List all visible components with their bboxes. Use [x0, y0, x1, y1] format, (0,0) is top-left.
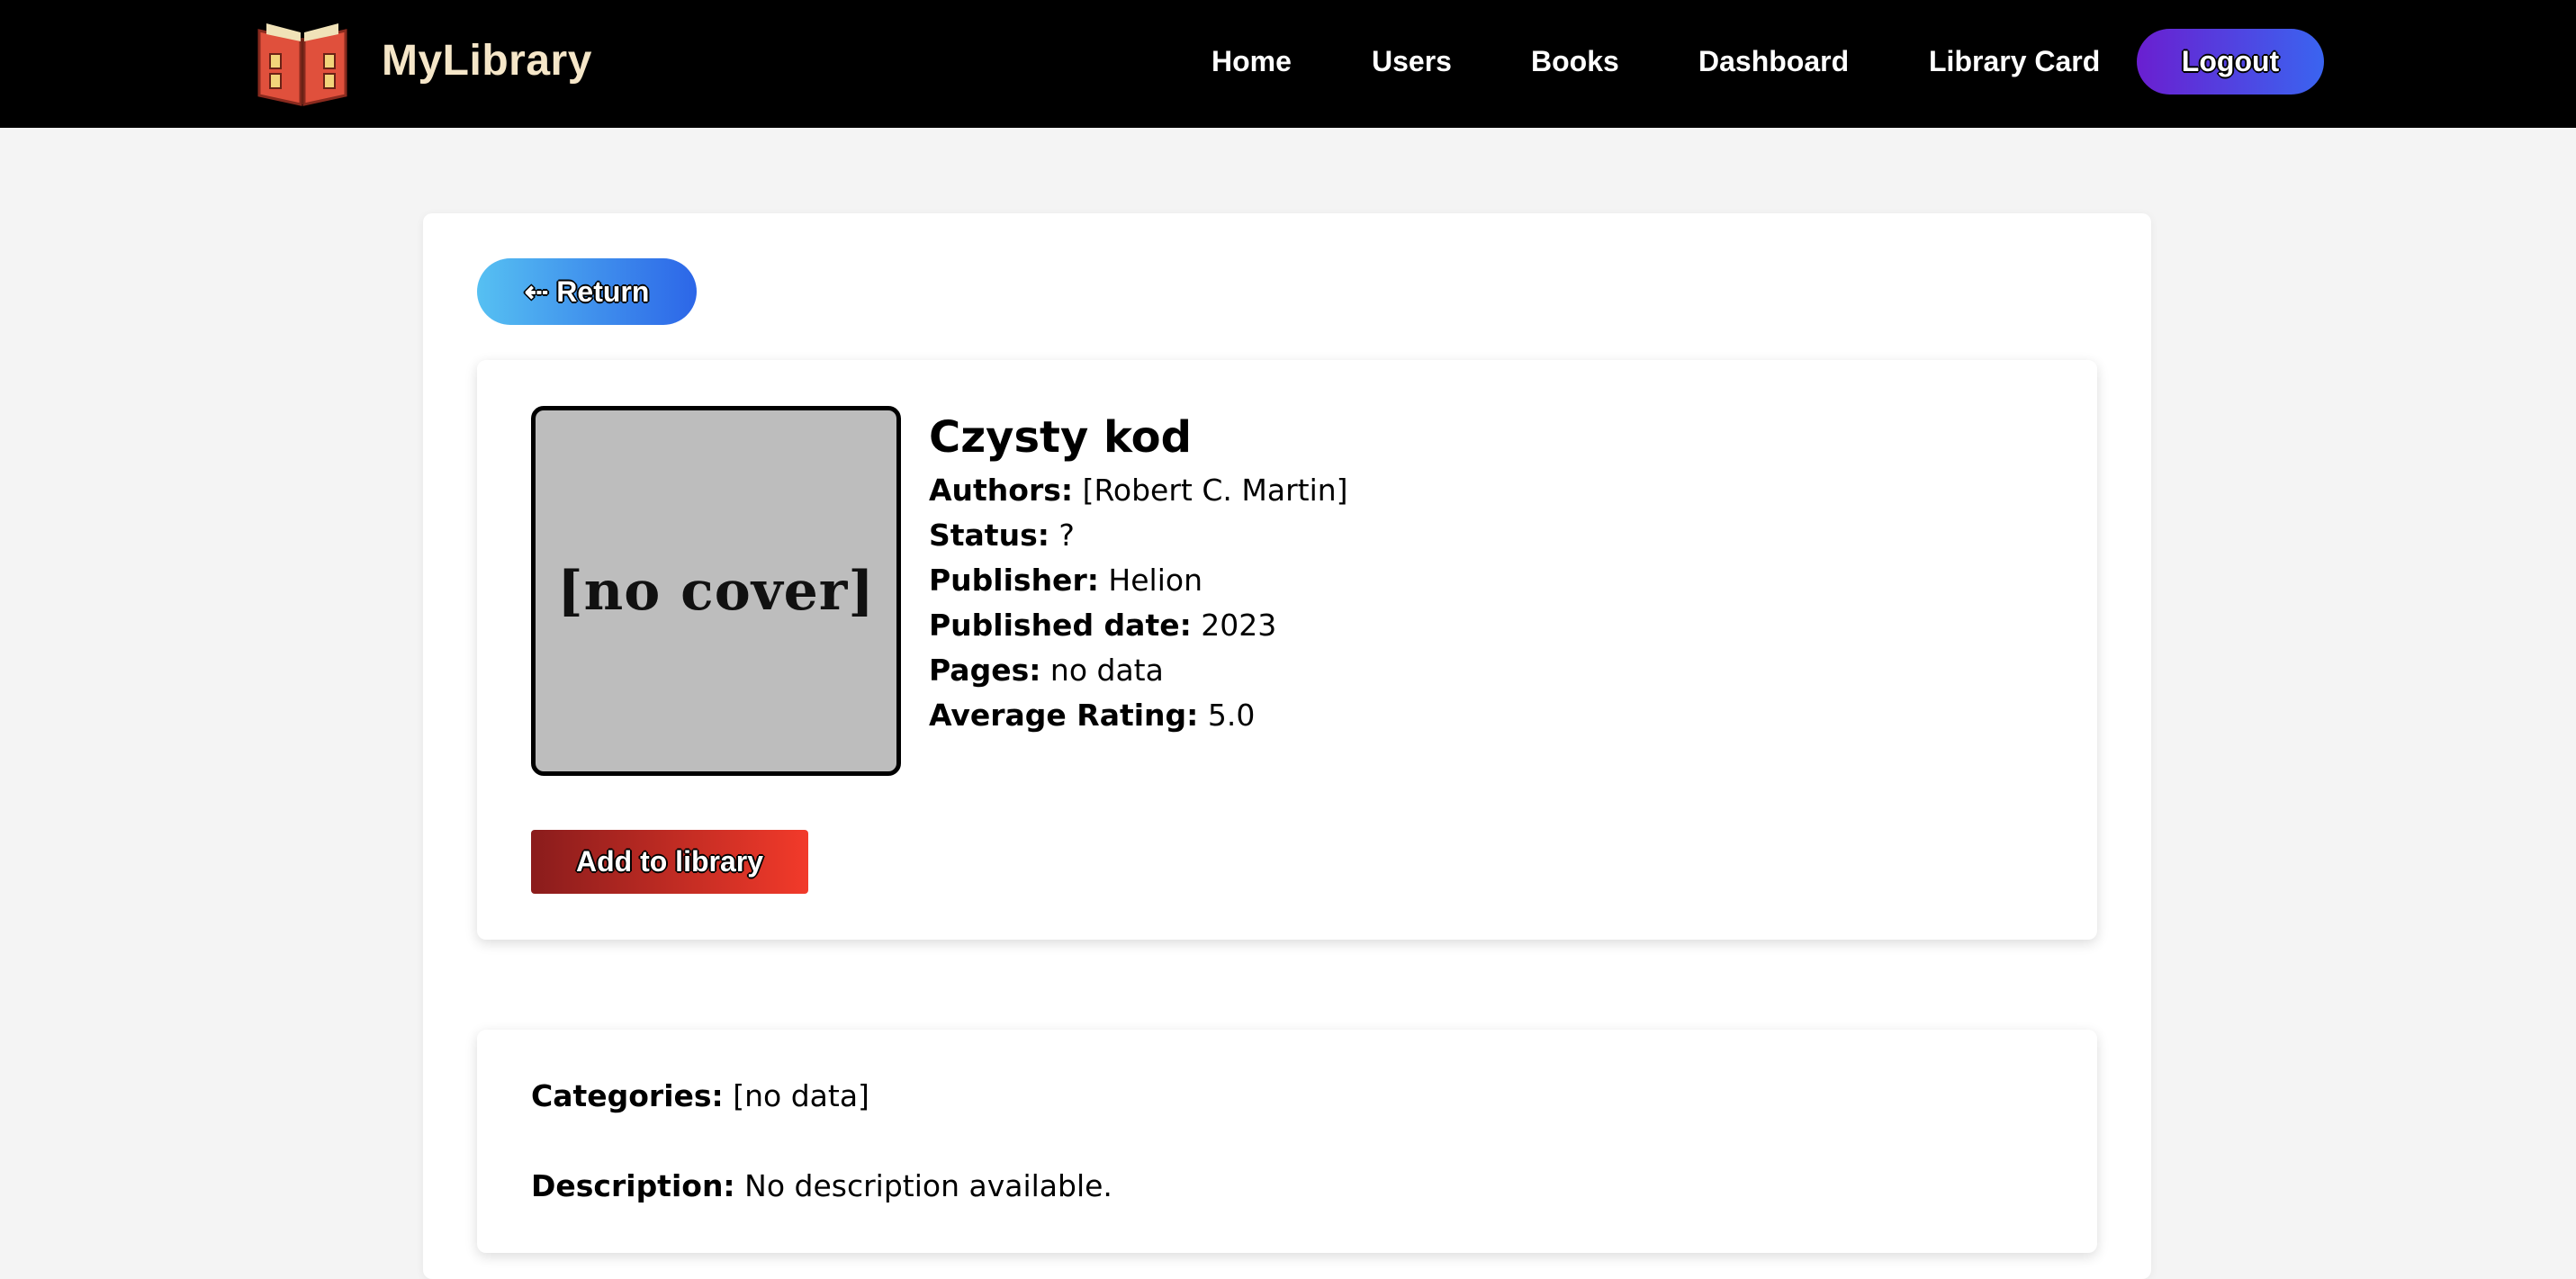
nav-link-library-card[interactable]: Library Card: [1929, 40, 2100, 83]
brand-title[interactable]: MyLibrary: [382, 32, 592, 90]
book-title: Czysty kod: [929, 412, 1192, 463]
publisher-label: Publisher:: [929, 563, 1099, 598]
categories-label: Categories:: [531, 1078, 724, 1113]
description-label: Description:: [531, 1168, 735, 1203]
navbar: MyLibrary Home Users Books Dashboard Lib…: [0, 0, 2576, 128]
details-card: [477, 1030, 2097, 1253]
description-row: Description: No description available.: [531, 1164, 1112, 1209]
logout-button[interactable]: Logout: [2137, 29, 2324, 95]
description-value: No description available.: [744, 1168, 1112, 1203]
status-value: ?: [1058, 518, 1075, 553]
categories-value: [no data]: [733, 1078, 869, 1113]
published-date-row: Published date: 2023: [929, 603, 1276, 648]
authors-label: Authors:: [929, 473, 1074, 508]
publisher-value: Helion: [1108, 563, 1202, 598]
pages-label: Pages:: [929, 653, 1041, 688]
open-book-icon[interactable]: [254, 18, 351, 106]
nav-link-books[interactable]: Books: [1531, 40, 1619, 83]
book-cover-placeholder: [no cover]: [531, 406, 901, 776]
average-rating-row: Average Rating: 5.0: [929, 693, 1255, 738]
nav-link-users[interactable]: Users: [1372, 40, 1452, 83]
authors-row: Authors: [Robert C. Martin]: [929, 468, 1348, 513]
publisher-row: Publisher: Helion: [929, 558, 1202, 603]
average-rating-label: Average Rating:: [929, 698, 1199, 733]
pages-row: Pages: no data: [929, 648, 1164, 693]
nav-link-home[interactable]: Home: [1211, 40, 1292, 83]
status-label: Status:: [929, 518, 1049, 553]
categories-row: Categories: [no data]: [531, 1074, 869, 1119]
published-date-value: 2023: [1201, 608, 1277, 643]
average-rating-value: 5.0: [1207, 698, 1256, 733]
authors-value: [Robert C. Martin]: [1082, 473, 1348, 508]
published-date-label: Published date:: [929, 608, 1192, 643]
pages-value: no data: [1049, 653, 1164, 688]
add-to-library-button[interactable]: Add to library: [531, 830, 808, 894]
status-row: Status: ?: [929, 513, 1075, 558]
nav-link-dashboard[interactable]: Dashboard: [1698, 40, 1849, 83]
cover-text: [no cover]: [557, 559, 875, 623]
return-button[interactable]: ⇠ Return: [477, 258, 697, 325]
